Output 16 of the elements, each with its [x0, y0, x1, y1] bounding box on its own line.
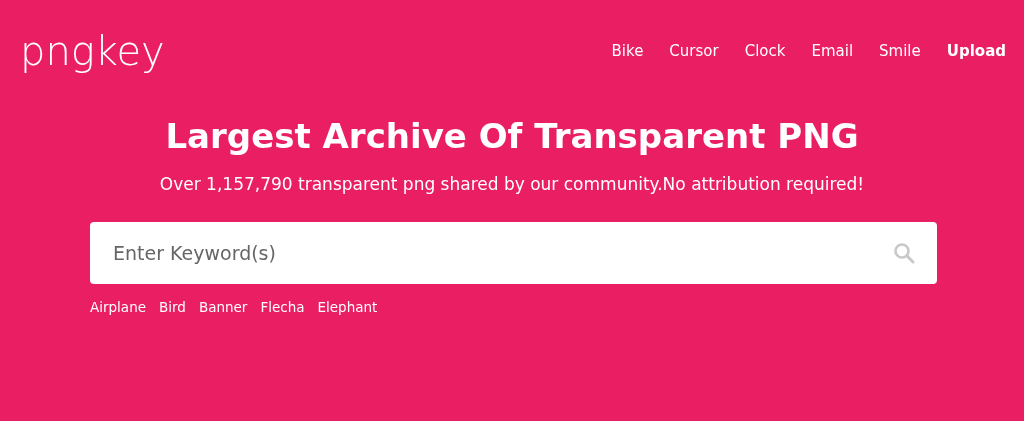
- tag-link[interactable]: Airplane: [90, 299, 146, 315]
- hero-title: Largest Archive Of Transparent PNG: [165, 115, 859, 158]
- logo[interactable]: pngkey: [20, 26, 165, 76]
- search-field[interactable]: Enter Keyword(s): [90, 222, 937, 284]
- nav-link[interactable]: Email: [811, 42, 854, 60]
- tag-link[interactable]: Banner: [198, 299, 248, 315]
- nav-link[interactable]: Bike: [611, 42, 644, 60]
- upload-link[interactable]: Upload: [946, 42, 1006, 60]
- nav-link[interactable]: Smile: [879, 42, 921, 60]
- hero-subtitle: Over 1,157,790 transparent png shared by our community.No attribution required!: [159, 173, 865, 196]
- tag-link[interactable]: Flecha: [260, 299, 305, 315]
- nav-link[interactable]: Clock: [744, 42, 786, 60]
- tag-link[interactable]: Elephant: [317, 299, 378, 315]
- search-icon[interactable]: [893, 242, 915, 264]
- nav-link[interactable]: Cursor: [669, 42, 719, 60]
- tag-link[interactable]: Bird: [159, 299, 186, 315]
